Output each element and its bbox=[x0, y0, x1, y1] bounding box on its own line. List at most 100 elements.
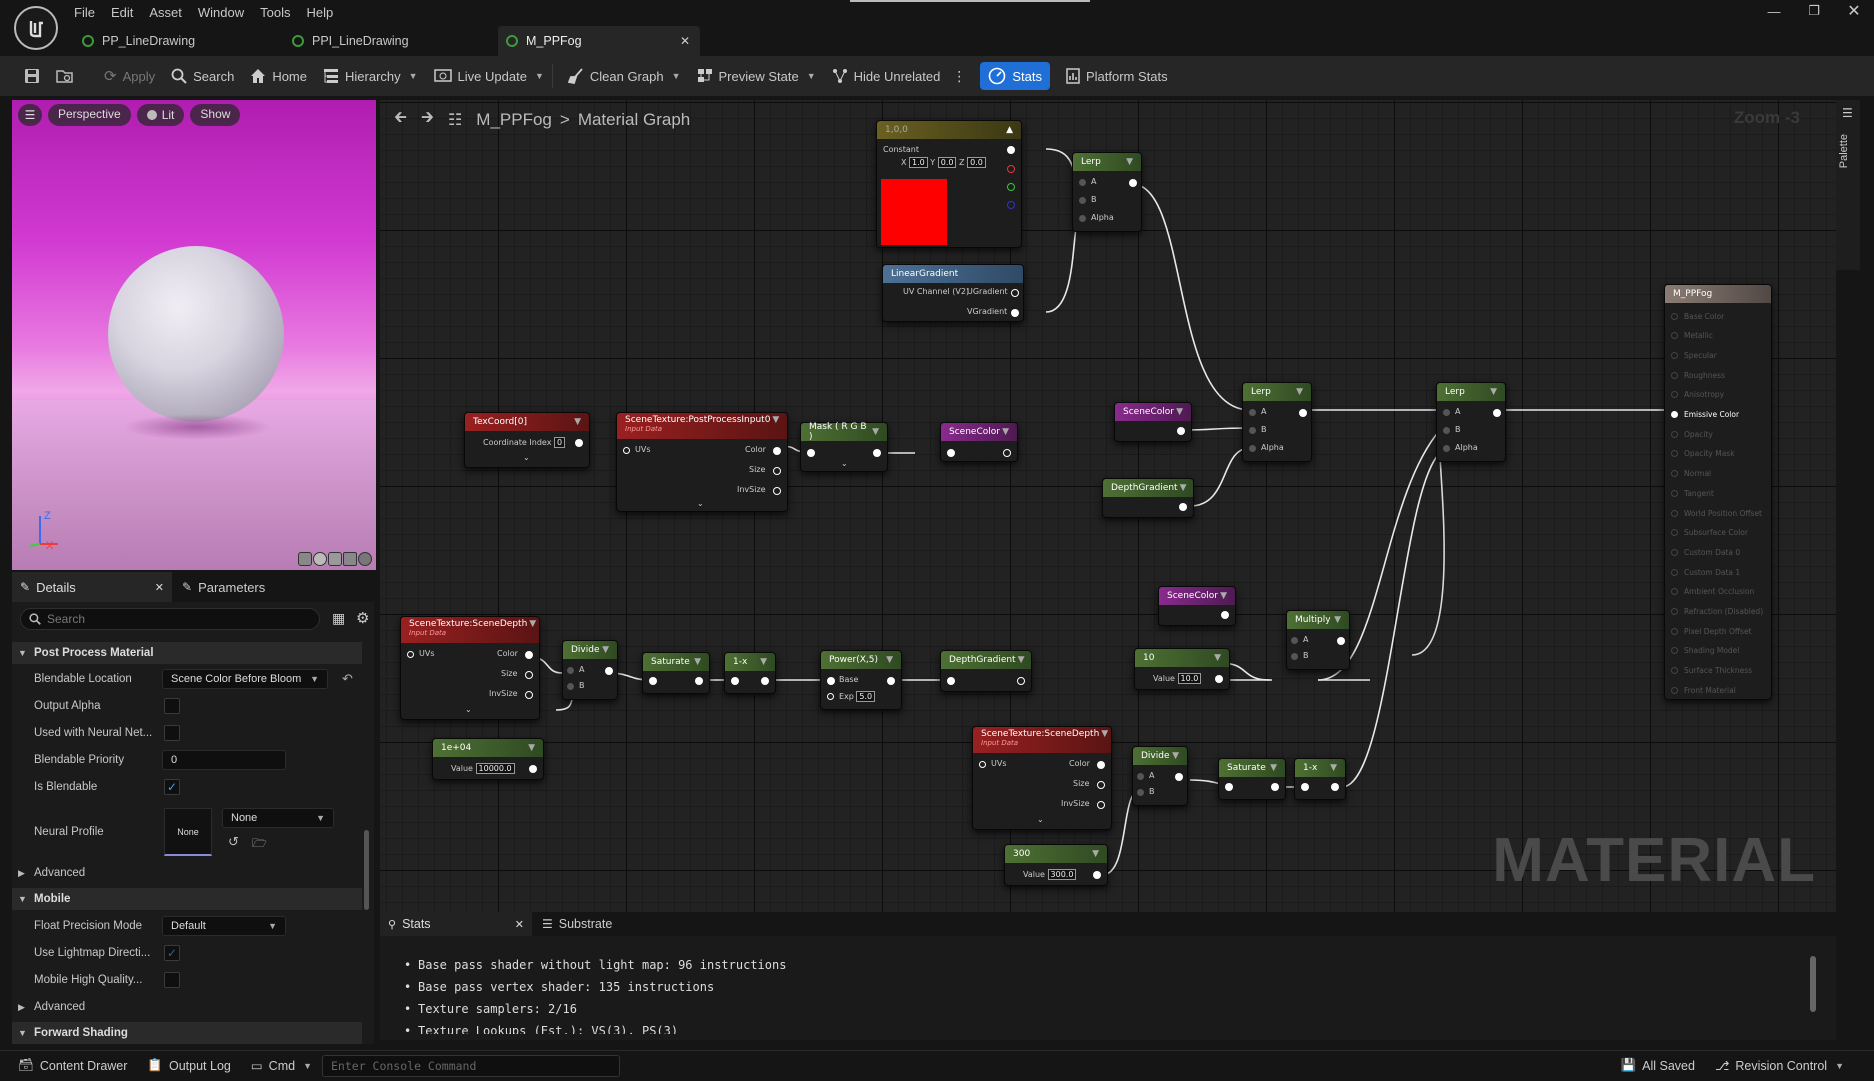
output-pin[interactable] bbox=[1177, 427, 1185, 435]
node-one-minus-1[interactable]: 1-x ▼ bbox=[724, 652, 776, 694]
input-pin[interactable] bbox=[1671, 686, 1678, 694]
reset-arrow-icon[interactable]: ↶ bbox=[342, 671, 353, 687]
output-pin[interactable] bbox=[695, 677, 703, 685]
console-input[interactable]: Enter Console Command bbox=[322, 1054, 620, 1077]
table-view-icon[interactable]: ▦ bbox=[332, 610, 345, 627]
node-scene-color-1[interactable]: SceneColor ▼ bbox=[1114, 402, 1192, 442]
node-lerp-3[interactable]: Lerp ▼ A B Alpha bbox=[1436, 382, 1506, 462]
node-one-minus-2[interactable]: 1-x ▼ bbox=[1294, 758, 1346, 800]
output-pin-r[interactable] bbox=[1007, 165, 1015, 173]
result-pin-row[interactable]: Anisotropy bbox=[1671, 388, 1724, 402]
close-window-icon[interactable]: ✕ bbox=[1834, 0, 1874, 22]
node-power[interactable]: Power(X,5) ▼ Base Exp 5.0 bbox=[820, 650, 902, 710]
lit-button[interactable]: Lit bbox=[136, 104, 185, 126]
constant-y[interactable]: 0.0 bbox=[937, 157, 957, 168]
float-precision-dropdown[interactable]: Default ▼ bbox=[162, 916, 286, 936]
input-pin[interactable] bbox=[1671, 608, 1678, 615]
node-texcoord[interactable]: TexCoord[0] ▼ Coordinate Index 0 ⌄ bbox=[464, 412, 590, 468]
row-advanced-1[interactable]: ▶ Advanced bbox=[12, 860, 362, 886]
node-divide-1[interactable]: Divide ▼ A B bbox=[562, 640, 618, 700]
node-depth-gradient-2[interactable]: DepthGradient ▼ bbox=[940, 650, 1032, 692]
tab-parameters[interactable]: ✎ Parameters bbox=[172, 572, 265, 602]
menu-window[interactable]: Window bbox=[190, 2, 252, 22]
hierarchy-button[interactable]: Hierarchy ▼ bbox=[315, 61, 426, 91]
tab-m-ppfog[interactable]: M_PPFog ✕ bbox=[498, 26, 700, 56]
node-lerp-1[interactable]: Lerp ▼ A B Alpha bbox=[1072, 152, 1142, 232]
output-pin[interactable] bbox=[1129, 179, 1137, 187]
output-pin-b[interactable] bbox=[1007, 201, 1015, 209]
output-pin[interactable] bbox=[1337, 637, 1345, 645]
output-pin[interactable] bbox=[1017, 677, 1025, 685]
tab-ppi-linedrawing[interactable]: PPI_LineDrawing bbox=[288, 26, 498, 56]
use-selected-icon[interactable]: ↺ bbox=[228, 834, 239, 850]
output-pin[interactable] bbox=[1221, 611, 1229, 619]
output-pin[interactable] bbox=[605, 667, 613, 675]
output-pin[interactable] bbox=[1271, 783, 1279, 791]
node-scene-texture-ppi[interactable]: SceneTexture:PostProcessInput0 Input Data… bbox=[616, 412, 788, 512]
input-pin[interactable] bbox=[1671, 529, 1678, 537]
menu-help[interactable]: Help bbox=[298, 2, 341, 22]
node-linear-gradient[interactable]: LinearGradient UV Channel (V2) UGradient… bbox=[882, 264, 1024, 322]
input-pin[interactable] bbox=[1671, 450, 1678, 458]
output-pin[interactable] bbox=[887, 677, 895, 685]
constant-z[interactable]: 0.0 bbox=[967, 157, 986, 168]
output-pin[interactable] bbox=[773, 467, 781, 475]
output-pin[interactable] bbox=[1003, 449, 1011, 457]
constant-x[interactable]: 1.0 bbox=[909, 157, 928, 168]
exp-input[interactable]: 5.0 bbox=[856, 691, 876, 702]
viewport-menu-button[interactable]: ☰ bbox=[18, 104, 42, 126]
save-icon[interactable] bbox=[16, 61, 48, 91]
node-scene-color-2[interactable]: SceneColor ▼ bbox=[940, 422, 1018, 462]
stats-scrollbar[interactable] bbox=[1810, 956, 1816, 1012]
node-multiply[interactable]: Multiply ▼ A B bbox=[1286, 610, 1350, 670]
neural-profile-thumbnail[interactable]: None bbox=[164, 808, 212, 856]
plane-icon[interactable] bbox=[328, 552, 342, 566]
output-pin[interactable] bbox=[1097, 801, 1105, 809]
output-pin[interactable] bbox=[1011, 289, 1019, 297]
cylinder-icon[interactable] bbox=[298, 552, 312, 566]
forward-arrow-icon[interactable]: 🡲 bbox=[421, 106, 434, 133]
lightmap-directionality-checkbox[interactable]: ✓ bbox=[164, 945, 180, 961]
output-pin[interactable] bbox=[575, 439, 583, 447]
output-pin[interactable] bbox=[529, 765, 537, 773]
result-pin-row[interactable]: Front Material bbox=[1671, 683, 1736, 697]
all-saved-button[interactable]: 💾 All Saved bbox=[1611, 1051, 1705, 1081]
section-mobile[interactable]: ▼ Mobile bbox=[12, 888, 362, 910]
tab-details[interactable]: ✎ Details ✕ bbox=[12, 572, 172, 602]
neural-net-checkbox[interactable] bbox=[164, 725, 180, 741]
result-pin-row[interactable]: Roughness bbox=[1671, 368, 1725, 382]
result-pin-row[interactable]: World Position Offset bbox=[1671, 506, 1762, 520]
result-pin-row[interactable]: Surface Thickness bbox=[1671, 664, 1752, 678]
result-pin-row[interactable]: Normal bbox=[1671, 467, 1711, 481]
result-pin-row[interactable]: Emissive Color bbox=[1671, 408, 1739, 422]
input-pin[interactable] bbox=[1671, 667, 1678, 675]
unreal-logo[interactable] bbox=[14, 6, 58, 50]
graph-hierarchy-icon[interactable]: ☷ bbox=[448, 110, 462, 130]
input-pin[interactable] bbox=[1671, 647, 1678, 655]
browse-asset-icon[interactable]: 🗁 bbox=[252, 834, 267, 855]
input-pin[interactable] bbox=[1671, 509, 1678, 517]
details-search[interactable]: Search bbox=[20, 608, 320, 630]
palette-menu-icon[interactable]: ☰ bbox=[1842, 106, 1853, 120]
node-scene-depth-1[interactable]: SceneTexture:SceneDepth Input Data ▼ UVs C… bbox=[400, 616, 540, 720]
input-pin[interactable] bbox=[1671, 548, 1678, 556]
material-graph[interactable]: 🡰 🡲 ☷ M_PPFog > Material Graph Zoom -3 M… bbox=[380, 100, 1836, 912]
node-scene-depth-2[interactable]: SceneTexture:SceneDepth Input Data ▼ UVs C… bbox=[972, 726, 1112, 830]
input-pin[interactable] bbox=[1671, 391, 1678, 399]
menu-tools[interactable]: Tools bbox=[252, 2, 298, 22]
close-tab-icon[interactable]: ✕ bbox=[515, 918, 524, 931]
section-post-process-material[interactable]: ▼ Post Process Material bbox=[12, 642, 362, 664]
node-constant-300[interactable]: 300 ▼ Value 300.0 bbox=[1004, 844, 1108, 886]
result-pin-row[interactable]: Subsurface Color bbox=[1671, 526, 1748, 540]
menu-file[interactable]: File bbox=[66, 2, 103, 22]
node-scene-color-3[interactable]: SceneColor ▼ bbox=[1158, 586, 1236, 626]
cube-icon[interactable] bbox=[343, 552, 357, 566]
close-tab-icon[interactable]: ✕ bbox=[680, 34, 690, 48]
output-pin-g[interactable] bbox=[1007, 183, 1015, 191]
output-pin[interactable] bbox=[1175, 773, 1183, 781]
constant-rgb-fields[interactable]: X 1.0 Y 0.0 Z 0.0 bbox=[901, 157, 986, 168]
browse-icon[interactable] bbox=[48, 61, 82, 91]
stats-toggle-button[interactable]: Stats bbox=[980, 62, 1050, 90]
result-pin-row[interactable]: Opacity Mask bbox=[1671, 447, 1735, 461]
blendable-location-dropdown[interactable]: Scene Color Before Bloom ▼ bbox=[162, 669, 328, 689]
